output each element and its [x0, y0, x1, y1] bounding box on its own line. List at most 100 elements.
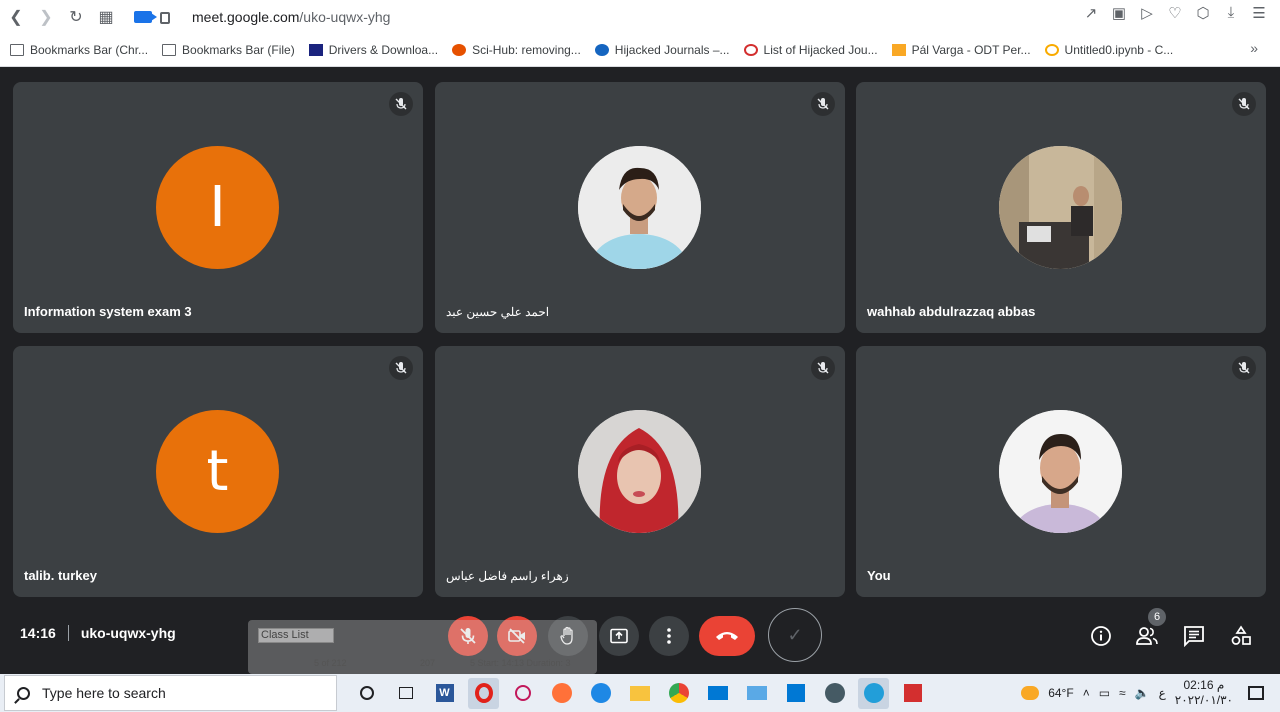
pdf-icon[interactable] — [897, 678, 928, 709]
bookmark-item[interactable]: List of Hijacked Jou... — [743, 43, 878, 57]
leave-call-button[interactable] — [699, 616, 755, 656]
hp-icon — [308, 44, 323, 56]
mic-off-icon — [389, 92, 413, 116]
taskbar-search-input[interactable]: Type here to search — [4, 675, 337, 711]
present-screen-button[interactable] — [599, 616, 639, 656]
blocked-icon — [743, 44, 758, 56]
share-icon[interactable]: ↗ — [1082, 4, 1100, 22]
participant-tile[interactable]: زهراء راسم فاضل عباس — [435, 346, 845, 597]
participant-tile[interactable]: You — [856, 346, 1266, 597]
clock-date: ٢٠٢٢/٠١/٣٠ — [1174, 693, 1233, 707]
chevron-up-icon[interactable]: ˄ — [1083, 686, 1090, 700]
mic-off-icon — [811, 356, 835, 380]
snip-icon[interactable] — [507, 678, 538, 709]
system-tray: 64°F ˄ ▭ ≈ 🔈 ع 02:16 م ٢٠٢٢/٠١/٣٠ — [1021, 674, 1280, 712]
bookmark-item[interactable]: Sci-Hub: removing... — [452, 43, 581, 57]
bookmark-item[interactable]: Untitled0.ipynb - C... — [1044, 43, 1173, 57]
avatar: I — [156, 146, 279, 269]
bookmark-item[interactable]: Hijacked Journals –... — [594, 43, 730, 57]
lock-icon[interactable] — [160, 12, 170, 24]
opera-icon[interactable] — [468, 677, 499, 709]
bookmark-item[interactable]: Pál Varga - ODT Per... — [891, 43, 1031, 57]
participant-name: You — [867, 568, 891, 583]
task-view-icon[interactable] — [390, 678, 421, 709]
call-end-icon — [716, 632, 738, 640]
meeting-info: 14:16 uko-uqwx-yhg — [20, 625, 176, 641]
mail-icon[interactable] — [702, 678, 733, 709]
back-icon[interactable]: ❮ — [2, 3, 30, 31]
input-language[interactable]: ع — [1159, 686, 1166, 700]
participant-tile[interactable]: I Information system exam 3 — [13, 82, 423, 333]
taskbar: Type here to search W 64°F ˄ ▭ ≈ 🔈 ع 02:… — [0, 674, 1280, 712]
participant-name: Information system exam 3 — [24, 304, 192, 319]
participant-count-badge: 6 — [1148, 608, 1166, 626]
address-bar[interactable]: meet.google.com/uko-uqwx-yhg — [134, 3, 390, 31]
clock[interactable]: 02:16 م ٢٠٢٢/٠١/٣٠ — [1175, 678, 1233, 708]
meeting-details-button[interactable] — [1089, 624, 1113, 648]
participant-name: talib. turkey — [24, 568, 97, 583]
people-button[interactable] — [1135, 624, 1159, 648]
weather-temp[interactable]: 64°F — [1048, 686, 1073, 700]
wifi-icon[interactable]: ≈ — [1119, 686, 1126, 700]
class-list-overlay[interactable]: Class List 5 of 212 207 5 Start: 14:13 D… — [248, 620, 597, 674]
chrome-icon[interactable] — [663, 678, 694, 709]
class-list-absent-count: 207 — [420, 658, 436, 668]
chat-button[interactable] — [1182, 624, 1206, 648]
participant-tile[interactable]: احمد علي حسين عبد — [435, 82, 845, 333]
download-icon[interactable]: ⤓ — [1222, 4, 1240, 22]
weather-icon[interactable] — [1021, 686, 1040, 700]
forward-icon[interactable]: ❯ — [32, 3, 60, 31]
camera-icon[interactable]: ▣ — [1110, 4, 1128, 22]
media-icon[interactable] — [819, 678, 850, 709]
battery-icon[interactable]: ▭ — [1099, 686, 1110, 700]
avatar: t — [156, 410, 279, 533]
firefox-icon[interactable] — [546, 678, 577, 709]
info-icon — [1091, 626, 1111, 646]
file-explorer-icon[interactable] — [624, 678, 655, 709]
heart-icon[interactable]: ♡ — [1166, 4, 1184, 22]
volume-icon[interactable]: 🔈 — [1135, 686, 1150, 700]
tab-grid-icon[interactable]: ▦ — [92, 3, 120, 31]
participant-name: wahhab abdulrazzaq abbas — [867, 304, 1036, 319]
colab-icon — [1044, 44, 1059, 56]
bookmark-item[interactable]: Bookmarks Bar (File) — [162, 43, 295, 57]
divider — [67, 625, 69, 641]
folder-icon — [162, 44, 177, 56]
app-icon[interactable] — [741, 678, 772, 709]
mic-off-icon — [1232, 356, 1256, 380]
avatar — [999, 410, 1122, 533]
url-text: meet.google.com/uko-uqwx-yhg — [192, 9, 391, 25]
globe-icon — [594, 44, 609, 56]
participant-tile[interactable]: t talib. turkey — [13, 346, 423, 597]
notification-icon[interactable] — [1248, 686, 1264, 700]
word-icon[interactable]: W — [429, 678, 460, 709]
cortana-icon[interactable] — [351, 678, 382, 709]
cube-icon[interactable]: ⬡ — [1194, 4, 1212, 22]
reload-icon[interactable]: ↻ — [62, 3, 90, 31]
more-options-button[interactable] — [649, 616, 689, 656]
participant-name: زهراء راسم فاضل عباس — [446, 569, 569, 583]
send-icon[interactable]: ▷ — [1138, 4, 1156, 22]
checkmark-button[interactable]: ✓ — [768, 608, 822, 662]
mic-off-icon — [1232, 92, 1256, 116]
chat-icon — [1184, 626, 1204, 647]
avatar — [578, 146, 701, 269]
class-list-present-count: 5 of 212 — [314, 658, 347, 668]
menu-icon[interactable]: ☰ — [1250, 4, 1268, 22]
bookmarks-overflow-button[interactable]: » — [1250, 40, 1258, 56]
activities-button[interactable] — [1229, 624, 1253, 648]
people-icon — [1136, 627, 1158, 645]
class-list-select[interactable]: Class List — [258, 628, 334, 643]
participant-tile[interactable]: wahhab abdulrazzaq abbas — [856, 82, 1266, 333]
telegram-icon[interactable] — [858, 677, 889, 709]
bookmark-item[interactable]: Bookmarks Bar (Chr... — [10, 43, 148, 57]
store-icon[interactable] — [780, 678, 811, 709]
meeting-time: 14:16 — [20, 625, 56, 641]
bookmarks-bar: Bookmarks Bar (Chr... Bookmarks Bar (Fil… — [0, 36, 1280, 64]
bookmark-item[interactable]: Drivers & Downloa... — [308, 43, 438, 57]
edge-icon[interactable] — [585, 678, 616, 709]
clock-time: 02:16 م — [1183, 678, 1225, 692]
meet-site-icon — [134, 11, 157, 23]
avatar — [999, 146, 1122, 269]
odt-icon — [891, 44, 906, 56]
